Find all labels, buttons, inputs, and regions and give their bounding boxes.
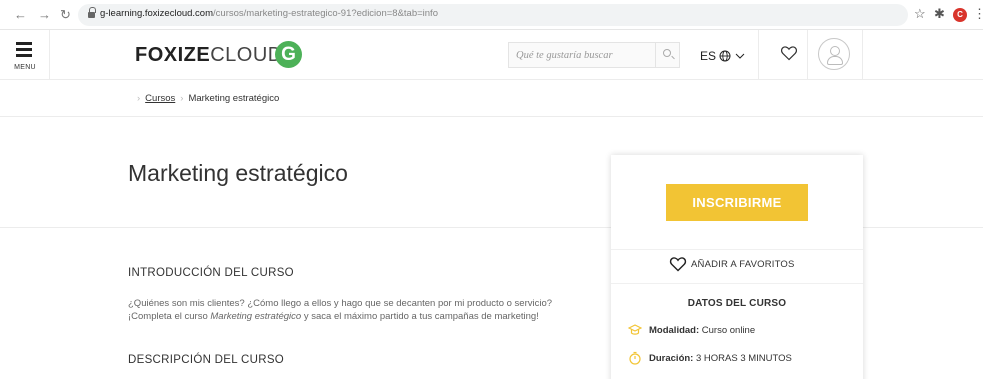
star-icon[interactable]: ☆ [914, 6, 926, 22]
header-divider [758, 30, 759, 80]
intro-paragraph: ¿Quiénes son mis clientes? ¿Cómo llego a… [128, 297, 598, 323]
address-bar[interactable]: g-learning.foxizecloud.com/cursos/market… [78, 4, 908, 26]
lock-icon [88, 7, 96, 19]
profile-avatar[interactable]: C [953, 8, 967, 22]
url-text: g-learning.foxizecloud.com/cursos/market… [100, 8, 438, 19]
description-heading: DESCRIPCIÓN DEL CURSO [128, 354, 285, 366]
breadcrumb-item-cursos[interactable]: Cursos [145, 93, 175, 104]
search-icon [663, 49, 671, 57]
hamburger-icon [16, 42, 32, 60]
arrow-right-icon[interactable]: → [38, 7, 51, 23]
search-input[interactable] [509, 43, 657, 67]
header-divider [862, 30, 863, 80]
divider [0, 116, 983, 117]
intro-line-2: ¡Completa el curso Marketing estratégico… [128, 310, 598, 323]
puzzle-icon[interactable]: ✱ [934, 6, 945, 22]
course-data-title: DATOS DEL CURSO [687, 298, 787, 309]
page-title: Marketing estratégico [128, 160, 348, 186]
logo-badge-icon: G [275, 41, 302, 68]
language-selector[interactable]: ES [700, 49, 745, 63]
course-sidebar-card: INSCRIBIRME AÑADIR A FAVORITOS DATOS DEL… [611, 155, 863, 379]
intro-line-1: ¿Quiénes son mis clientes? ¿Cómo llego a… [128, 298, 553, 309]
intro-heading: INTRODUCCIÓN DEL CURSO [128, 267, 294, 279]
intro-text-pre: ¡Completa el curso [128, 311, 211, 322]
more-icon[interactable]: ⋮ [973, 6, 983, 22]
logo[interactable]: FOXIZECLOUD| G [135, 41, 302, 68]
logo-light-text: CLOUD [210, 44, 283, 66]
header-divider [807, 30, 808, 80]
enroll-button[interactable]: INSCRIBIRME [666, 184, 808, 221]
modality-label: Modalidad: [649, 325, 700, 336]
intro-course-name: Marketing estratégico [210, 311, 302, 322]
menu-label: MENU [14, 64, 36, 71]
site-header: MENU FOXIZECLOUD| G ES [0, 30, 983, 80]
card-divider [611, 249, 863, 250]
menu-button[interactable]: MENU [0, 30, 50, 80]
breadcrumb: › Cursos › Marketing estratégico [132, 93, 279, 104]
duration-label: Duración: [649, 353, 694, 364]
globe-icon [719, 50, 731, 62]
card-divider [611, 283, 863, 284]
search-box [508, 42, 680, 68]
logo-bold-text: FOXIZE [135, 44, 211, 66]
browser-toolbar: ← → ↻ g-learning.foxizecloud.com/cursos/… [0, 0, 983, 30]
modality-text: Modalidad: Curso online [649, 325, 755, 336]
stopwatch-icon [629, 351, 641, 365]
modality-value: Curso online [701, 325, 756, 336]
chevron-down-icon [735, 53, 745, 59]
user-avatar-icon[interactable] [818, 38, 850, 70]
heart-icon [669, 257, 687, 272]
reload-icon[interactable]: ↻ [60, 7, 71, 23]
chevron-right-icon: › [137, 93, 141, 104]
duration-text: Duración: 3 HORAS 3 MINUTOS [649, 353, 792, 364]
graduation-cap-icon [628, 324, 642, 335]
intro-text-post: y saca el máximo partido a tus campañas … [301, 311, 539, 322]
url-path: /cursos/marketing-estrategico-91?edicion… [213, 8, 438, 19]
add-to-favorites-label: AÑADIR A FAVORITOS [691, 259, 795, 270]
url-host: g-learning.foxizecloud.com [100, 8, 214, 19]
search-button[interactable] [655, 43, 679, 67]
duration-value: 3 HORAS 3 MINUTOS [695, 353, 792, 364]
arrow-left-icon[interactable]: ← [14, 7, 27, 23]
chevron-right-icon: › [180, 93, 184, 104]
language-code: ES [700, 49, 717, 63]
heart-icon[interactable] [780, 44, 798, 62]
breadcrumb-item-current: Marketing estratégico [188, 93, 280, 104]
